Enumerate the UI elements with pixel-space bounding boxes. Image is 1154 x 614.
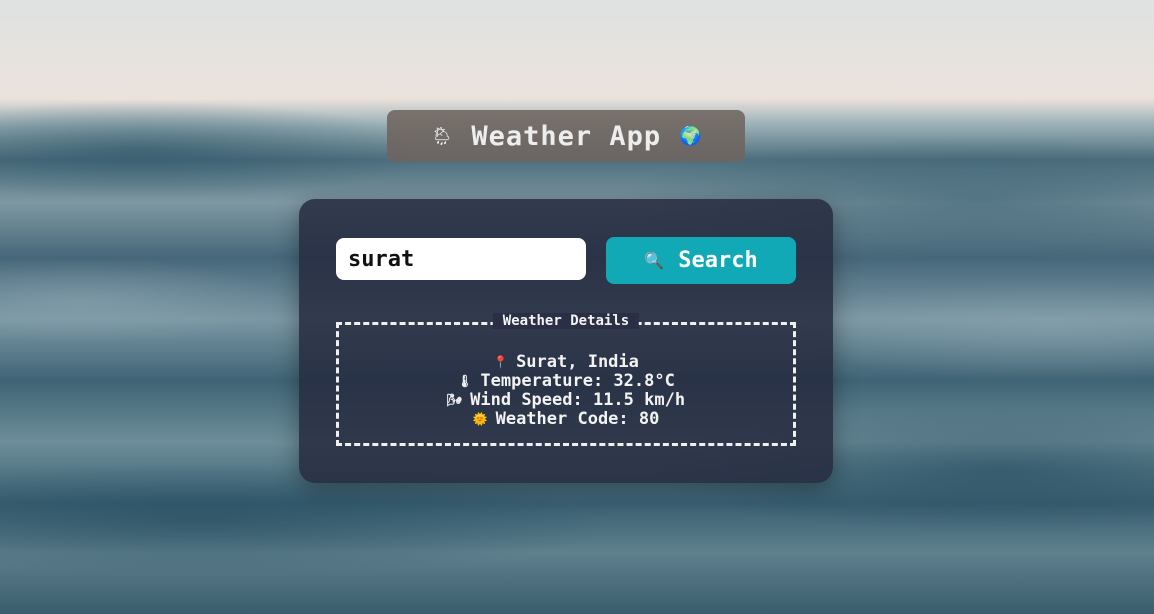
weather-details-legend: Weather Details bbox=[492, 313, 640, 329]
temperature-text: Temperature: 32.8°C bbox=[480, 371, 675, 391]
weather-details-body: 📍 Surat, India 🌡 Temperature: 32.8°C 🌬 W… bbox=[339, 353, 793, 429]
globe-icon: 🌍 bbox=[679, 125, 702, 147]
wind-speed-row: 🌬 Wind Speed: 11.5 km/h bbox=[447, 391, 685, 410]
weather-details-panel: Weather Details 📍 Surat, India 🌡 Tempera… bbox=[336, 313, 796, 446]
weather-card: 🔍 Search Weather Details 📍 Surat, India … bbox=[299, 199, 833, 483]
search-button-label: Search bbox=[678, 248, 758, 273]
sun-behind-rain-cloud-icon: 🌦 bbox=[430, 125, 454, 147]
weather-code-text: Weather Code: 80 bbox=[495, 409, 660, 429]
location-text: Surat, India bbox=[516, 352, 639, 372]
wind-speed-text: Wind Speed: 11.5 km/h bbox=[470, 390, 686, 410]
thermometer-icon: 🌡 bbox=[457, 374, 473, 388]
pin-icon: 📍 bbox=[493, 355, 509, 369]
app-title-banner: 🌦 Weather App 🌍 bbox=[387, 110, 745, 162]
city-search-input[interactable] bbox=[336, 238, 586, 280]
temperature-row: 🌡 Temperature: 32.8°C bbox=[457, 372, 675, 391]
app-title: Weather App bbox=[471, 120, 662, 152]
location-row: 📍 Surat, India bbox=[493, 353, 639, 372]
weather-code-row: 🌞 Weather Code: 80 bbox=[473, 410, 660, 429]
magnifier-icon: 🔍 bbox=[644, 251, 665, 270]
search-button[interactable]: 🔍 Search bbox=[606, 237, 796, 284]
wind-icon: 🌬 bbox=[446, 393, 463, 407]
sun-icon: 🌞 bbox=[472, 412, 488, 426]
